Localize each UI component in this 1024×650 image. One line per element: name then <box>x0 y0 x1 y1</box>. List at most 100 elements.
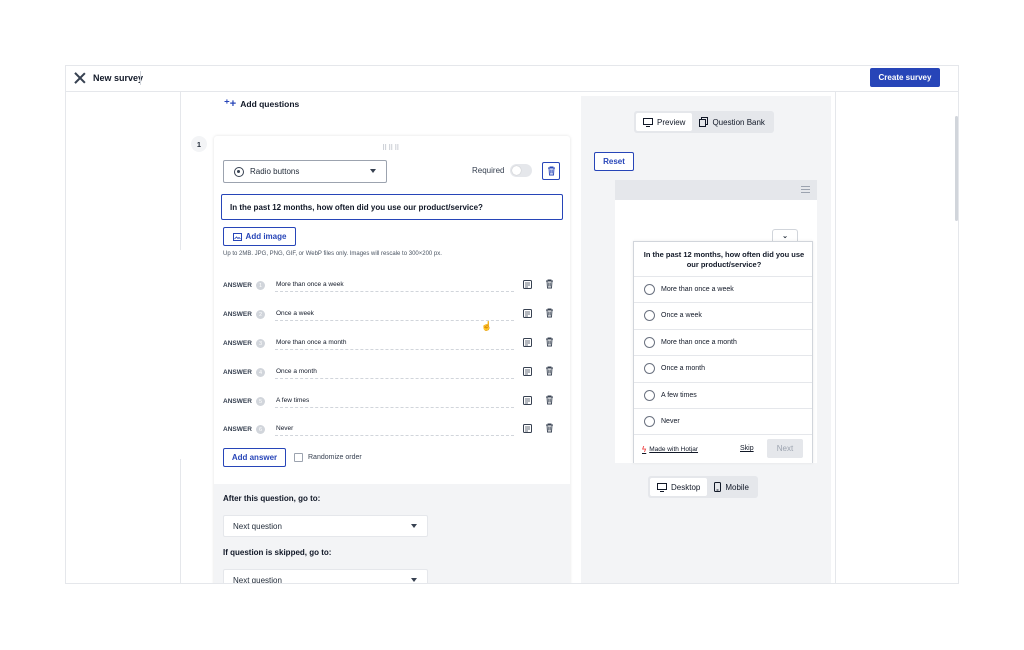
widget-option[interactable]: A few times <box>634 382 812 408</box>
chevron-down-icon <box>411 524 417 528</box>
drag-handle-icon[interactable]: ⠿⠿⠿ <box>382 144 400 152</box>
image-hint: Up to 2MB. JPG, PNG, GIF, or WebP files … <box>223 251 442 257</box>
reset-button[interactable]: Reset <box>594 152 634 171</box>
answer-input[interactable]: Once a month <box>275 365 514 379</box>
made-with-hotjar-link[interactable]: ϟ Made with Hotjar <box>642 445 698 454</box>
widget-option[interactable]: More than once a month <box>634 329 812 355</box>
made-with-label: Made with Hotjar <box>649 446 699 453</box>
answer-input[interactable]: Never <box>275 422 514 436</box>
answer-number: 6 <box>256 425 265 434</box>
widget-option[interactable]: Never <box>634 408 812 434</box>
create-survey-button[interactable]: Create survey <box>870 68 940 87</box>
add-image-label: Add image <box>245 232 287 241</box>
radio-circle-icon <box>644 310 655 321</box>
randomize-checkbox[interactable] <box>294 453 303 462</box>
after-question-value: Next question <box>233 521 282 531</box>
widget-option-label: More than once a month <box>661 339 737 346</box>
answer-input[interactable]: Once a week <box>275 307 514 321</box>
trash-icon[interactable] <box>545 366 554 376</box>
required-toggle[interactable] <box>510 164 532 177</box>
trash-icon[interactable] <box>545 337 554 347</box>
answer-row: ANSWER 2 Once a week <box>223 307 563 325</box>
tab-mobile[interactable]: Mobile <box>707 478 756 496</box>
tab-preview[interactable]: Preview <box>636 113 693 131</box>
skipped-question-value: Next question <box>233 575 282 584</box>
answer-input[interactable]: A few times <box>275 394 514 408</box>
trash-icon[interactable] <box>545 423 554 433</box>
question-type-select[interactable]: Radio buttons <box>223 160 387 183</box>
trash-icon[interactable] <box>545 308 554 318</box>
logic-section: After this question, go to: Next questio… <box>214 484 570 584</box>
add-answer-button[interactable]: Add answer <box>223 448 286 467</box>
widget-footer: ϟ Made with Hotjar Skip Next <box>634 434 812 464</box>
answer-label: ANSWER <box>223 340 252 347</box>
trash-icon[interactable] <box>545 279 554 289</box>
answer-row: ANSWER 6 Never <box>223 422 563 440</box>
answer-number: 4 <box>256 368 265 377</box>
tab-desktop[interactable]: Desktop <box>650 478 708 496</box>
scrollbar[interactable] <box>955 116 958 221</box>
widget-option-label: Never <box>661 418 680 425</box>
answer-input[interactable]: More than once a month <box>275 336 514 350</box>
comment-icon[interactable] <box>523 309 532 318</box>
widget-option-label: Once a month <box>661 365 705 372</box>
desktop-icon <box>657 482 667 492</box>
question-text-input[interactable]: In the past 12 months, how often did you… <box>221 194 563 220</box>
comment-icon[interactable] <box>523 424 532 433</box>
randomize-order-option[interactable]: Randomize order <box>294 453 362 462</box>
widget-option-label: A few times <box>661 392 697 399</box>
comment-icon[interactable] <box>523 396 532 405</box>
answer-number: 5 <box>256 397 265 406</box>
widget-option-label: Once a week <box>661 312 702 319</box>
widget-question: In the past 12 months, how often did you… <box>643 250 805 269</box>
survey-widget: In the past 12 months, how often did you… <box>633 241 813 463</box>
survey-editor-window: New survey Create survey ⁺+ Add question… <box>65 65 959 584</box>
skipped-question-select[interactable]: Next question <box>223 569 428 584</box>
widget-option[interactable]: More than once a week <box>634 276 812 302</box>
radio-circle-icon <box>644 337 655 348</box>
preview-stage: ⌄ In the past 12 months, how often did y… <box>615 180 817 463</box>
device-tabs: Desktop Mobile <box>648 476 758 498</box>
next-button[interactable]: Next <box>767 439 803 458</box>
comment-icon[interactable] <box>523 367 532 376</box>
comment-icon[interactable] <box>523 338 532 347</box>
tab-preview-label: Preview <box>657 117 686 127</box>
answer-row: ANSWER 4 Once a month <box>223 365 563 383</box>
hotjar-logo-icon: ϟ <box>642 445 647 454</box>
right-divider <box>835 92 836 583</box>
tab-question-bank[interactable]: Question Bank <box>692 113 771 131</box>
question-number-badge: 1 <box>191 136 207 152</box>
delete-question-button[interactable] <box>542 162 560 180</box>
close-icon[interactable] <box>74 72 86 84</box>
question-card: ⠿⠿⠿ Radio buttons Required In the past 1… <box>214 136 570 584</box>
skip-link[interactable]: Skip <box>740 445 754 452</box>
answer-row: ANSWER 1 More than once a week <box>223 278 563 296</box>
answer-input[interactable]: More than once a week <box>275 278 514 292</box>
comment-icon[interactable] <box>523 280 532 289</box>
question-type-value: Radio buttons <box>250 167 300 176</box>
add-questions-link[interactable]: ⁺+ Add questions <box>224 97 299 110</box>
mobile-icon <box>714 482 722 492</box>
answer-number: 3 <box>256 339 265 348</box>
radio-circle-icon <box>644 284 655 295</box>
widget-option[interactable]: Once a week <box>634 302 812 328</box>
answer-label: ANSWER <box>223 282 252 289</box>
left-divider-top <box>180 92 181 250</box>
trash-icon <box>547 166 555 176</box>
tab-mobile-label: Mobile <box>725 482 749 492</box>
radio-circle-icon <box>644 416 655 427</box>
widget-option[interactable]: Once a month <box>634 355 812 381</box>
trash-icon[interactable] <box>545 395 554 405</box>
image-icon <box>232 232 242 241</box>
menu-icon[interactable] <box>801 186 810 193</box>
title-divider <box>140 71 141 85</box>
answer-label: ANSWER <box>223 311 252 318</box>
radio-type-icon <box>234 166 244 177</box>
answer-number: 2 <box>256 310 265 319</box>
add-question-icon: ⁺+ <box>224 98 237 110</box>
add-image-button[interactable]: Add image <box>223 227 296 246</box>
answer-label: ANSWER <box>223 369 252 376</box>
radio-circle-icon <box>644 390 655 401</box>
after-question-select[interactable]: Next question <box>223 515 428 537</box>
answer-number: 1 <box>256 281 265 290</box>
